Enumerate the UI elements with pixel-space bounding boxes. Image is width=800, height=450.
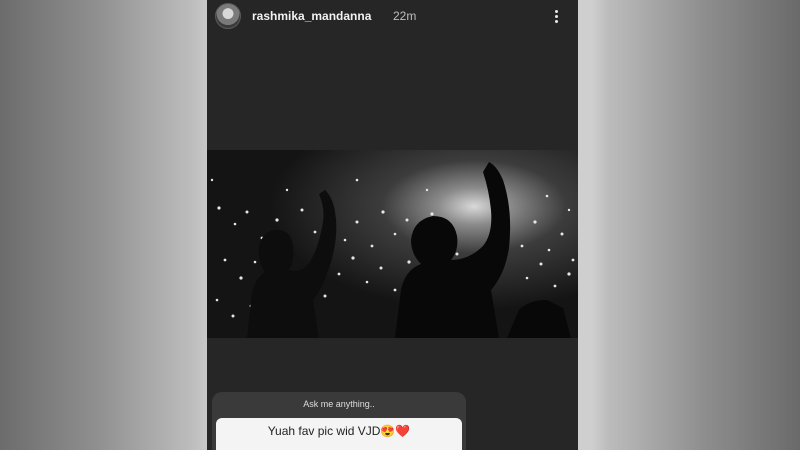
answer-box: Yuah fav pic wid VJD😍❤️ (216, 418, 462, 450)
more-dot (554, 9, 558, 13)
more-dot (554, 14, 558, 18)
answer-text: Yuah fav pic wid VJD😍❤️ (267, 424, 411, 438)
username[interactable]: rashmika_mandanna (252, 9, 371, 23)
question-sticker[interactable]: Ask me anything.. Yuah fav pic wid VJD😍❤… (212, 392, 466, 450)
post-time: 22m (393, 9, 417, 23)
question-prompt: Ask me anything.. (303, 399, 375, 409)
more-vertical-icon[interactable] (547, 6, 565, 26)
story-photo (207, 150, 578, 338)
story-viewer: rashmika_mandanna 22m Ask me anything.. … (207, 0, 578, 450)
story-header: rashmika_mandanna 22m (207, 0, 578, 34)
avatar[interactable] (215, 3, 241, 29)
more-dot (554, 19, 558, 23)
